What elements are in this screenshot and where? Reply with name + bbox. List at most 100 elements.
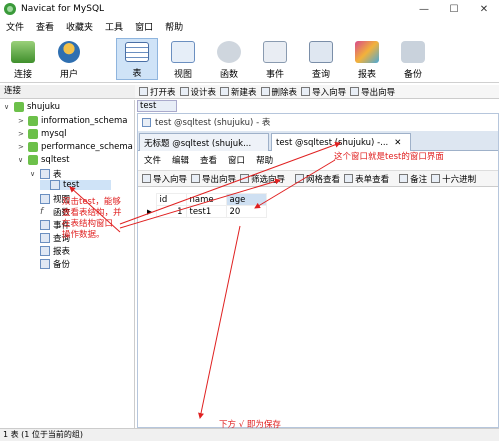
toolbar-query-button[interactable]: 查询 [300,38,342,80]
design-table-button[interactable]: 设计表 [179,86,216,98]
table-row[interactable]: ▶ 1 test1 20 [144,205,267,218]
menu-window[interactable]: 窗口 [135,20,153,33]
memo-button[interactable]: 备注 [399,173,427,185]
query-icon [309,41,333,63]
menu-help[interactable]: 帮助 [165,20,183,33]
data-grid: id name age ▶ 1 test1 20 [144,193,274,219]
view-icon [171,41,195,63]
cell-id[interactable]: 1 [155,205,187,218]
menu-bar: 文件 查看 收藏夹 工具 窗口 帮助 [0,19,499,34]
menu-favorites[interactable]: 收藏夹 [66,20,93,33]
annotation-line: 在表结构窗口 [62,219,114,229]
expand-arrow-icon[interactable]: > [18,130,26,138]
hex-button[interactable]: 十六进制 [431,173,476,185]
annotation-window-note: 这个窗口就是test的窗口界面 [334,152,444,162]
import-wizard-button[interactable]: 导入向导 [142,173,187,185]
annotation-line: 双击test，能够 [62,197,121,207]
app-title: Navicat for MySQL [21,4,105,14]
expand-arrow-icon[interactable]: > [18,143,26,151]
submenu-file[interactable]: 文件 [144,154,161,166]
form-view-button[interactable]: 表单查看 [344,173,389,185]
delete-table-label: 删除表 [271,87,298,98]
collapse-arrow-icon[interactable]: ∨ [4,103,12,111]
maximize-button[interactable]: ☐ [439,0,469,18]
expand-arrow-icon[interactable]: > [18,117,26,125]
column-header-id[interactable]: id [155,193,187,206]
tree-item-backups[interactable]: 备份 [30,258,70,270]
database-icon [28,129,38,139]
current-row-arrow-icon: ▶ [147,207,153,216]
toolbar-query-label: 查询 [311,70,330,80]
menu-view[interactable]: 查看 [36,20,54,33]
tree-item-sqltest[interactable]: ∨ sqltest [18,155,70,165]
cell-name[interactable]: test1 [185,205,227,218]
toolbar-event-label: 事件 [265,70,284,80]
grid-view-button[interactable]: 网格查看 [295,173,340,185]
hex-icon [431,174,441,183]
export-wizard-button[interactable]: 导出向导 [350,86,395,98]
toolbar-backup-button[interactable]: 备份 [392,38,434,80]
object-item-test[interactable]: test [137,100,177,112]
menu-tools[interactable]: 工具 [105,20,123,33]
backup-icon [401,41,425,63]
toolbar-table-button[interactable]: 表 [116,38,158,80]
tree-item-shujuku[interactable]: ∨ shujuku [4,102,60,112]
tree-item-tables[interactable]: ∨ 表 [30,168,62,180]
object-item-label: test [140,101,157,111]
menu-file[interactable]: 文件 [6,20,24,33]
toolbar-connection-button[interactable]: 连接 [2,38,44,80]
tree-label: 表 [53,170,62,180]
tree-item-performance-schema[interactable]: > performance_schema [18,142,133,152]
toolbar-function-button[interactable]: 函数 [208,38,250,80]
new-table-button[interactable]: 新建表 [220,86,257,98]
collapse-arrow-icon[interactable]: ∨ [18,156,26,164]
submenu-help[interactable]: 帮助 [256,154,273,166]
tab-untitled-query[interactable]: 无标题 @sqltest (shujuk... [139,133,269,151]
import-wizard-button[interactable]: 导入向导 [301,86,346,98]
tree-item-reports[interactable]: 报表 [30,245,70,257]
title-bar: Navicat for MySQL — ☐ ✕ [0,0,499,18]
minimize-button[interactable]: — [409,0,439,18]
tree-label: test [63,180,80,190]
tab-test-table[interactable]: test @sqltest (shujuku) -... ✕ [271,133,411,151]
close-tab-icon[interactable]: ✕ [394,138,401,148]
column-header-age[interactable]: age [225,193,267,206]
query-icon [40,233,50,243]
filter-wizard-button[interactable]: 筛选向导 [240,173,285,185]
import-wizard-label: 导入向导 [312,87,347,98]
status-bar: 1 表 (1 位于当前的组) [0,428,499,441]
open-table-button[interactable]: 打开表 [139,86,176,98]
database-icon [28,142,38,152]
column-header-name[interactable]: name [185,193,227,206]
submenu-edit[interactable]: 编辑 [172,154,189,166]
database-icon [28,155,38,165]
navigation-tree: ∨ shujuku > information_schema > mysql > per… [0,100,135,428]
toolbar-report-label: 报表 [357,70,376,80]
table-window-menu: 文件 编辑 查看 窗口 帮助 [138,152,498,168]
object-toolbar: 打开表 设计表 新建表 删除表 导入向导 导出向导 [135,85,499,99]
cell-age[interactable]: 20 [225,205,267,218]
submenu-view[interactable]: 查看 [200,154,217,166]
tree-label: performance_schema [41,142,133,152]
delete-table-button[interactable]: 删除表 [260,86,298,98]
toolbar-view-button[interactable]: 视图 [162,38,204,80]
tree-item-test-table[interactable]: test [40,180,112,190]
design-table-icon [179,87,189,96]
submenu-window[interactable]: 窗口 [228,154,245,166]
export-wizard-button[interactable]: 导出向导 [191,173,236,185]
toolbar-backup-label: 备份 [403,70,422,80]
navicat-logo-icon [4,3,16,15]
toolbar-event-button[interactable]: 事件 [254,38,296,80]
toolbar-report-button[interactable]: 报表 [346,38,388,80]
toolbar-user-button[interactable]: 用户 [48,38,90,80]
report-icon [40,246,50,256]
open-table-icon [139,87,148,96]
report-icon [355,41,379,63]
tree-item-information-schema[interactable]: > information_schema [18,116,128,126]
collapse-arrow-icon[interactable]: ∨ [30,170,38,178]
main-toolbar: 连接 用户 表 视图 函数 事件 查询 报表 备份 [0,36,499,83]
event-icon [263,41,287,63]
close-button[interactable]: ✕ [469,0,499,18]
window-controls: — ☐ ✕ [409,0,499,18]
tree-item-mysql[interactable]: > mysql [18,129,67,139]
